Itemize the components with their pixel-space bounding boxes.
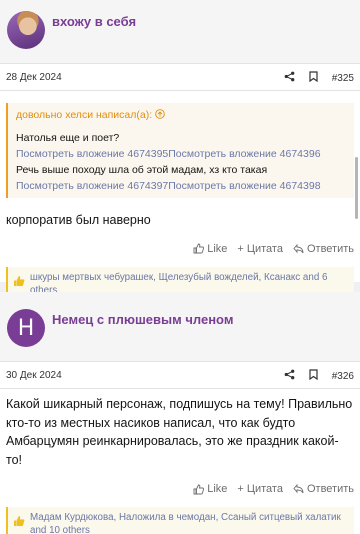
reply-label[interactable]: Ответить	[307, 483, 354, 495]
quote-line: Натолья еще и поет?	[16, 132, 120, 144]
scrollbar[interactable]	[355, 157, 358, 219]
quote-block: довольно хелси написал(а): Натолья еще и…	[6, 103, 354, 198]
post-325: вхожу в себя 28 Дек 2024 #325 довольно х…	[0, 0, 360, 301]
quote-header[interactable]: довольно хелси написал(а):	[16, 107, 346, 123]
reply-label[interactable]: Ответить	[307, 243, 354, 255]
quote-label[interactable]: Цитата	[247, 243, 283, 255]
post-date[interactable]: 30 Дек 2024	[6, 370, 62, 381]
author-name[interactable]: Немец с плюшевым членом	[52, 312, 233, 327]
likes-summary[interactable]: Мадам Курдюкова, Наложила в чемодан, Сса…	[6, 507, 354, 534]
post-number[interactable]: #325	[332, 73, 354, 84]
avatar-letter: Н	[7, 309, 45, 347]
reply-button[interactable]: Ответить	[293, 243, 354, 255]
avatar[interactable]: Н	[7, 309, 45, 347]
like-label[interactable]: Like	[207, 483, 227, 495]
post-meta: 28 Дек 2024 #325	[0, 64, 360, 91]
avatar[interactable]	[7, 11, 45, 49]
post-actions: Like + Цитата Ответить	[0, 483, 360, 495]
quote-line: Речь выше походу шла об этой мадам, хз к…	[16, 164, 268, 176]
reply-icon	[293, 243, 304, 253]
post-326: Н Немец с плюшевым членом 30 Дек 2024 #3…	[0, 292, 360, 534]
plus-icon: +	[237, 242, 244, 255]
arrow-up-circle-icon[interactable]	[155, 109, 165, 121]
bookmark-icon[interactable]	[309, 71, 318, 85]
post-message: корпоратив был наверно	[6, 213, 151, 227]
bookmark-icon[interactable]	[309, 369, 318, 383]
likes-text[interactable]: Мадам Курдюкова, Наложила в чемодан, Сса…	[30, 512, 341, 534]
post-meta: 30 Дек 2024 #326	[0, 362, 360, 389]
post-message: Какой шикарный персонаж, подпишусь на те…	[6, 397, 353, 467]
post-actions: Like + Цитата Ответить	[0, 243, 360, 255]
share-icon[interactable]	[284, 369, 295, 383]
author-name[interactable]: вхожу в себя	[52, 14, 136, 29]
share-icon[interactable]	[284, 71, 295, 85]
attachment-link[interactable]: Посмотреть вложение 4674395Посмотреть вл…	[16, 146, 346, 162]
quote-author[interactable]: довольно хелси написал(а):	[16, 109, 152, 121]
thumb-up-icon	[193, 243, 205, 254]
thumb-up-icon	[193, 484, 205, 494]
author-bar: вхожу в себя	[0, 0, 360, 64]
like-button[interactable]: Like	[193, 483, 227, 495]
post-number[interactable]: #326	[332, 371, 354, 382]
quote-button[interactable]: + Цитата	[237, 243, 283, 255]
author-bar: Н Немец с плюшевым членом	[0, 292, 360, 362]
reply-button[interactable]: Ответить	[293, 483, 354, 495]
plus-icon: +	[237, 483, 244, 495]
quote-label[interactable]: Цитата	[247, 483, 283, 495]
reply-icon	[293, 484, 304, 494]
like-label[interactable]: Like	[207, 243, 227, 255]
post-date[interactable]: 28 Дек 2024	[6, 72, 62, 83]
thumb-up-icon	[13, 515, 25, 531]
like-button[interactable]: Like	[193, 243, 227, 255]
attachment-link[interactable]: Посмотреть вложение 4674397Посмотреть вл…	[16, 178, 346, 194]
thumb-up-icon	[13, 275, 25, 291]
quote-button[interactable]: + Цитата	[237, 483, 283, 495]
